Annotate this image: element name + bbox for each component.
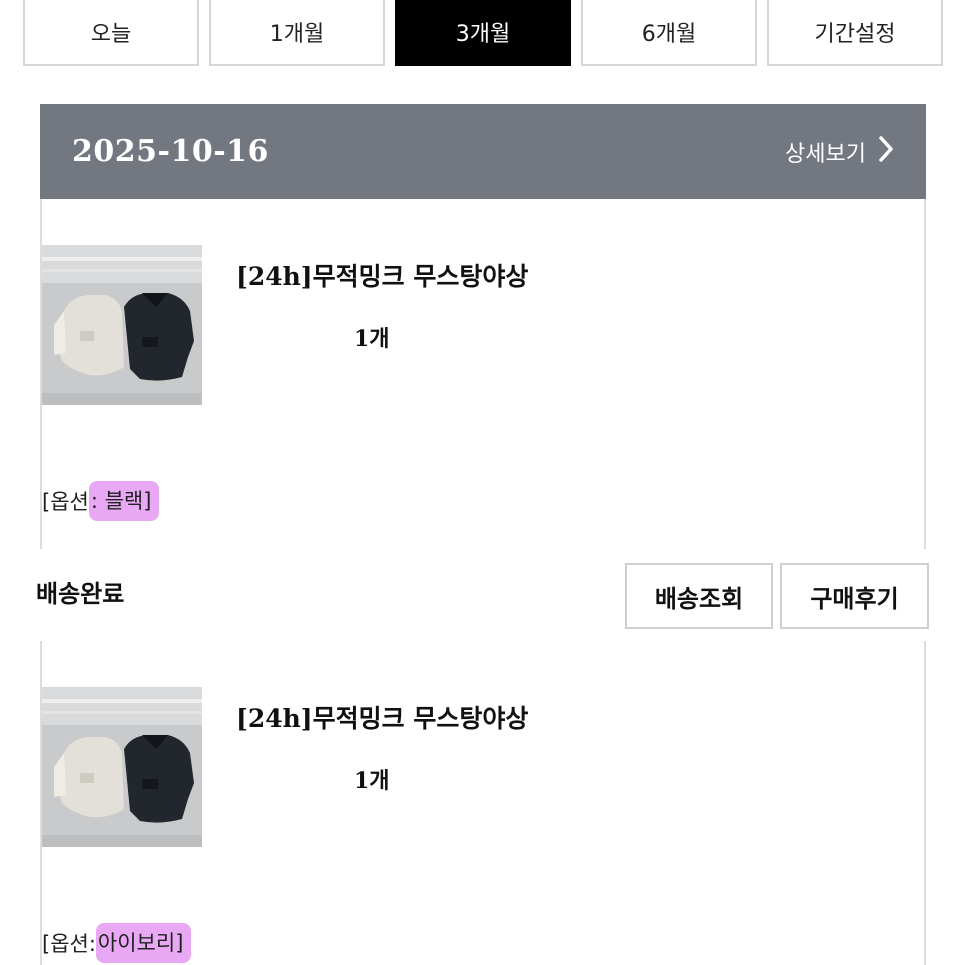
product-option: [옵션: 아이보리] — [42, 923, 192, 963]
order-item-card: [24h]무적밍크 무스탕야상 1개 [옵션: 블랙] — [40, 199, 926, 549]
tab-3-months[interactable]: 3개월 — [395, 0, 571, 66]
product-option: [옵션: 블랙] — [42, 481, 160, 521]
product-thumbnail[interactable] — [42, 687, 202, 847]
period-tabs: 오늘 1개월 3개월 6개월 기간설정 — [23, 0, 943, 66]
write-review-button[interactable]: 구매후기 — [780, 563, 929, 629]
view-details-link[interactable]: 상세보기 — [785, 135, 894, 169]
view-details-label: 상세보기 — [785, 141, 866, 167]
option-value-highlight: 아이보리] — [95, 923, 192, 963]
tab-6-months[interactable]: 6개월 — [581, 0, 757, 66]
order-status-row: 배송완료 배송조회 구매후기 — [0, 560, 965, 630]
product-quantity: 1개 — [354, 326, 390, 352]
product-name[interactable]: [24h]무적밍크 무스탕야상 — [236, 699, 528, 735]
order-header: 2025-10-16 상세보기 — [40, 104, 926, 199]
order-item-card: [24h]무적밍크 무스탕야상 1개 [옵션: 아이보리] — [40, 641, 926, 965]
tab-custom-period[interactable]: 기간설정 — [767, 0, 943, 66]
option-value-highlight: : 블랙] — [88, 481, 160, 521]
tab-1-month[interactable]: 1개월 — [209, 0, 385, 66]
product-name[interactable]: [24h]무적밍크 무스탕야상 — [236, 257, 528, 293]
order-date: 2025-10-16 — [72, 134, 269, 169]
option-label: [옵션: — [42, 932, 96, 956]
track-delivery-button[interactable]: 배송조회 — [625, 563, 773, 629]
product-quantity: 1개 — [354, 768, 390, 794]
tab-today[interactable]: 오늘 — [23, 0, 199, 66]
chevron-right-icon — [878, 135, 894, 169]
option-label: [옵션 — [42, 490, 89, 514]
delivery-status: 배송완료 — [36, 580, 125, 608]
product-thumbnail[interactable] — [42, 245, 202, 405]
